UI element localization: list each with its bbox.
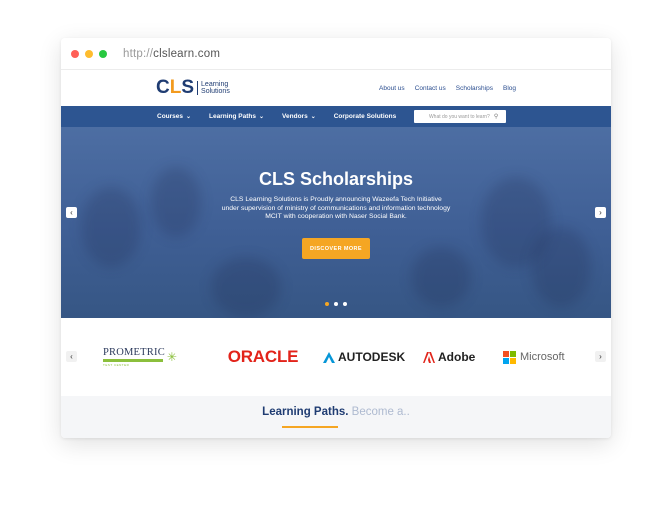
nav-corporate-solutions[interactable]: Corporate Solutions bbox=[334, 113, 396, 120]
hero-title: CLS Scholarships bbox=[258, 169, 414, 189]
hero-bg-shape bbox=[211, 257, 281, 317]
link-contact-us[interactable]: Contact us bbox=[415, 85, 446, 92]
cls-logo[interactable]: CLS Learning Solutions bbox=[156, 77, 230, 99]
main-nav: Courses ⌄ Learning Paths ⌄ Vendors ⌄ Corpor… bbox=[61, 106, 611, 127]
logo-subtitle: Learning Solutions bbox=[197, 81, 230, 95]
chevron-left-icon: ‹ bbox=[70, 352, 73, 361]
hero-slider: CLS Scholarships CLS Learning Solutions … bbox=[61, 127, 611, 318]
nav-vendors[interactable]: Vendors ⌄ bbox=[282, 113, 316, 120]
partners-next-button[interactable]: › bbox=[595, 351, 606, 362]
adobe-icon bbox=[423, 351, 435, 363]
chevron-down-icon: ⌄ bbox=[186, 114, 192, 120]
hero-bg-shape bbox=[411, 247, 471, 307]
chevron-right-icon: › bbox=[599, 208, 602, 217]
search-icon[interactable]: ⚲ bbox=[494, 113, 498, 120]
search-input[interactable]: What do you want to learn? ⚲ bbox=[414, 110, 507, 123]
url-protocol: http:// bbox=[123, 47, 154, 60]
logo-mark: CLS bbox=[156, 77, 195, 98]
slider-prev-button[interactable]: ‹ bbox=[66, 207, 77, 218]
hero-description: CLS Learning Solutions is Proudly announ… bbox=[221, 196, 451, 220]
chevron-down-icon: ⌄ bbox=[310, 114, 316, 120]
chevron-down-icon: ⌄ bbox=[259, 114, 265, 120]
link-about-us[interactable]: About us bbox=[379, 85, 405, 92]
link-blog[interactable]: Blog bbox=[503, 85, 516, 92]
chevron-right-icon: › bbox=[599, 352, 602, 361]
slider-dot-3[interactable] bbox=[343, 302, 347, 306]
link-scholarships[interactable]: Scholarships bbox=[456, 85, 493, 92]
slider-next-button[interactable]: › bbox=[595, 207, 606, 218]
partner-logo-row: PROMETRIC TEST CENTER ✳ ORACLE AUTODESK … bbox=[103, 318, 583, 396]
slider-dots bbox=[61, 302, 611, 306]
prometric-burst-icon: ✳ bbox=[166, 350, 177, 364]
microsoft-logo[interactable]: Microsoft bbox=[503, 350, 583, 364]
autodesk-icon bbox=[323, 351, 335, 363]
close-dot[interactable] bbox=[71, 49, 79, 58]
adobe-logo[interactable]: Adobe bbox=[423, 350, 503, 364]
microsoft-icon bbox=[503, 350, 516, 364]
maximize-dot[interactable] bbox=[99, 49, 107, 58]
autodesk-logo[interactable]: AUTODESK bbox=[323, 350, 423, 364]
top-links: About us Contact us Scholarships Blog bbox=[379, 85, 516, 92]
slider-dot-1[interactable] bbox=[325, 302, 329, 306]
slider-dot-2[interactable] bbox=[334, 302, 338, 306]
browser-window: http://clslearn.com CLS Learning Solution… bbox=[61, 38, 611, 438]
partner-logos: ‹ PROMETRIC TEST CENTER ✳ ORACLE AUTODES… bbox=[61, 318, 611, 396]
section-underline bbox=[282, 426, 338, 428]
hero-bg-shape bbox=[531, 227, 591, 307]
url-host: clslearn.com bbox=[153, 47, 221, 60]
nav-learning-paths[interactable]: Learning Paths ⌄ bbox=[209, 113, 264, 120]
search-placeholder: What do you want to learn? bbox=[428, 113, 490, 120]
discover-more-button[interactable]: DISCOVER MORE bbox=[302, 238, 370, 259]
oracle-logo[interactable]: ORACLE bbox=[203, 347, 323, 367]
address-bar[interactable]: http://clslearn.com bbox=[123, 48, 220, 60]
partners-prev-button[interactable]: ‹ bbox=[66, 351, 77, 362]
prometric-logo[interactable]: PROMETRIC TEST CENTER ✳ bbox=[103, 347, 203, 367]
section-title: Learning Paths. Become a.. bbox=[262, 406, 410, 418]
chevron-left-icon: ‹ bbox=[70, 208, 73, 217]
nav-courses[interactable]: Courses ⌄ bbox=[157, 113, 191, 120]
browser-chrome: http://clslearn.com bbox=[61, 38, 611, 70]
hero-bg-shape bbox=[81, 187, 141, 267]
minimize-dot[interactable] bbox=[85, 49, 93, 58]
learning-paths-section: Learning Paths. Become a.. bbox=[61, 396, 611, 438]
site-header: CLS Learning Solutions About us Contact u… bbox=[61, 70, 611, 106]
